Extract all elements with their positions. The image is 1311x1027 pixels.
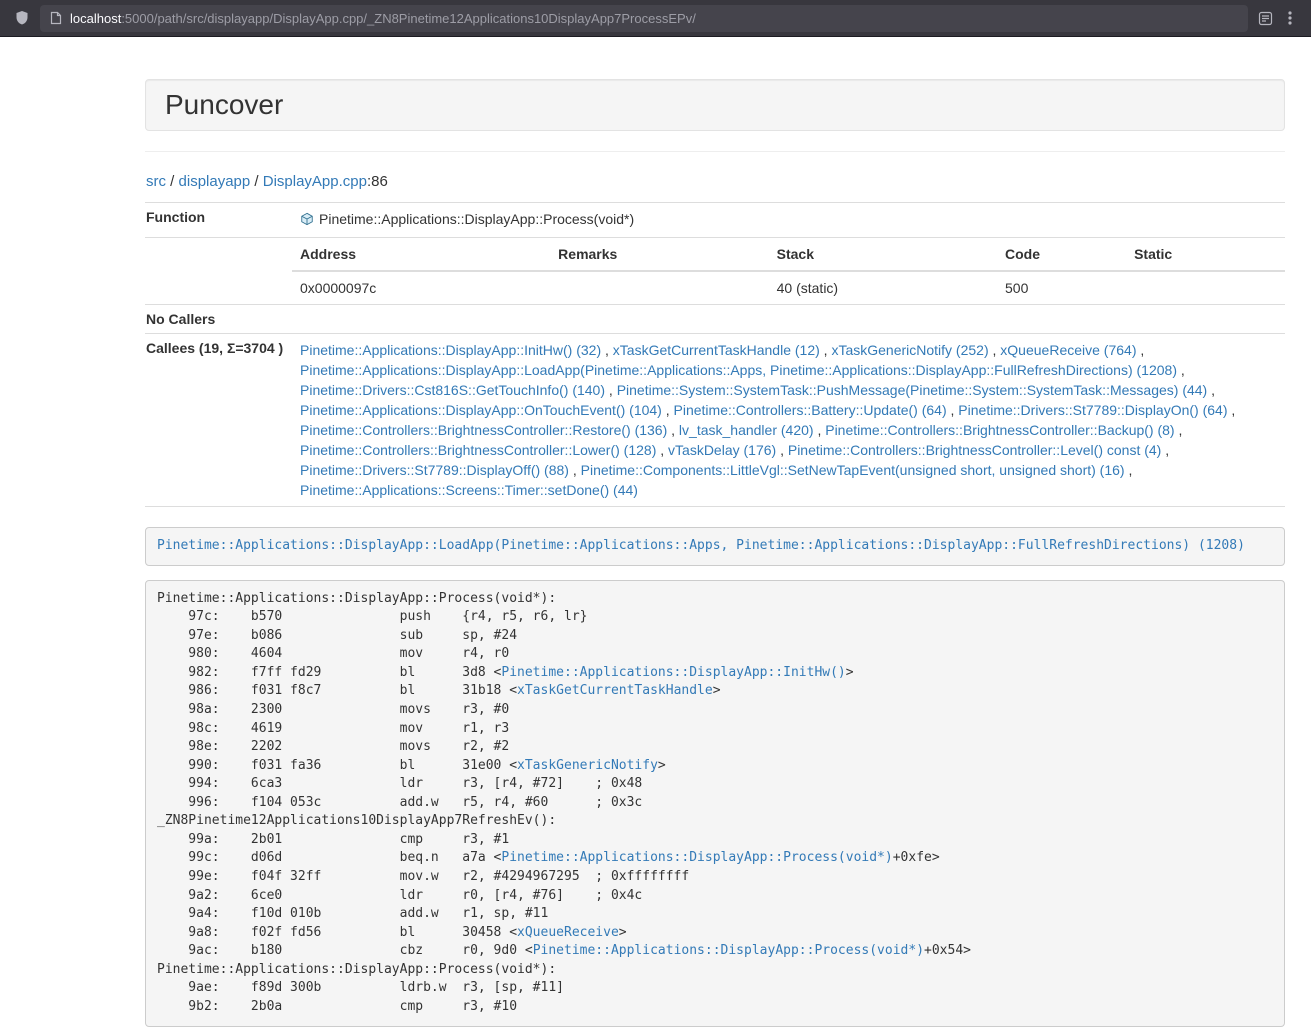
callee-link[interactable]: Pinetime::Applications::DisplayApp::Init… — [300, 342, 601, 358]
no-callers-cell — [292, 305, 1285, 334]
callee-link[interactable]: Pinetime::System::SystemTask::PushMessag… — [617, 382, 1208, 398]
metrics-table: Address Remarks Stack Code Static 0x0000… — [292, 238, 1285, 304]
function-name: Pinetime::Applications::DisplayApp::Proc… — [319, 211, 634, 227]
callee-link[interactable]: Pinetime::Controllers::BrightnessControl… — [788, 442, 1161, 458]
callee-separator: , — [1136, 342, 1144, 358]
breadcrumb-separator: / — [166, 173, 179, 190]
no-callers-row: No Callers — [145, 305, 1285, 334]
metrics-row: Address Remarks Stack Code Static 0x0000… — [145, 238, 1285, 305]
breadcrumb-link-src[interactable]: src — [146, 173, 166, 190]
callees-row: Callees (19, Σ=3704 ) Pinetime::Applicat… — [145, 334, 1285, 507]
menu-icon[interactable] — [1283, 9, 1297, 27]
callee-link[interactable]: Pinetime::Applications::DisplayApp::Load… — [300, 362, 1177, 378]
reader-view-icon[interactable] — [1258, 11, 1273, 26]
callee-separator: , — [1161, 442, 1169, 458]
callee-link[interactable]: Pinetime::Drivers::St7789::DisplayOn() (… — [958, 402, 1227, 418]
metrics-header-row: Address Remarks Stack Code Static — [292, 238, 1285, 271]
browser-toolbar: localhost:5000/path/src/displayapp/Displ… — [0, 0, 1311, 37]
callee-link[interactable]: Pinetime::Drivers::Cst816S::GetTouchInfo… — [300, 382, 605, 398]
callee-separator: , — [814, 422, 826, 438]
function-label: Function — [145, 203, 292, 238]
callee-separator: , — [667, 422, 679, 438]
col-remarks: Remarks — [550, 238, 768, 271]
breadcrumb: src / displayapp / DisplayApp.cpp:86 — [146, 172, 1285, 192]
code-symbol-link[interactable]: Pinetime::Applications::DisplayApp::Init… — [501, 665, 845, 680]
page-title: Puncover — [165, 90, 1265, 120]
url-text: localhost:5000/path/src/displayapp/Displ… — [70, 11, 696, 26]
code-header: Pinetime::Applications::DisplayApp::Load… — [145, 527, 1285, 566]
function-row: Function Pinetime::Applications::Display… — [145, 203, 1285, 238]
callee-separator: , — [1125, 462, 1133, 478]
breadcrumb-separator: / — [250, 173, 263, 190]
callee-link[interactable]: Pinetime::Applications::Screens::Timer::… — [300, 482, 638, 498]
page-content: Puncover src / displayapp / DisplayApp.c… — [145, 79, 1285, 1027]
cell-stack: 40 (static) — [769, 271, 997, 304]
callees-label: Callees (19, Σ=3704 ) — [145, 334, 292, 507]
callee-separator: , — [601, 342, 613, 358]
callee-link[interactable]: Pinetime::Controllers::BrightnessControl… — [300, 442, 656, 458]
callee-separator: , — [989, 342, 1001, 358]
col-code: Code — [997, 238, 1126, 271]
col-stack: Stack — [769, 238, 997, 271]
callee-link[interactable]: Pinetime::Drivers::St7789::DisplayOff() … — [300, 462, 569, 478]
callee-link[interactable]: xTaskGetCurrentTaskHandle (12) — [613, 342, 820, 358]
callee-link[interactable]: xQueueReceive (764) — [1000, 342, 1136, 358]
metrics-data-row: 0x0000097c 40 (static) 500 — [292, 271, 1285, 304]
cell-static — [1126, 271, 1285, 304]
code-symbol-link[interactable]: xTaskGetCurrentTaskHandle — [517, 683, 713, 698]
no-callers-label: No Callers — [145, 305, 292, 334]
callee-separator: , — [1207, 382, 1215, 398]
cell-address: 0x0000097c — [292, 271, 550, 304]
callee-separator: , — [662, 402, 674, 418]
callee-separator: , — [569, 462, 581, 478]
cell-remarks — [550, 271, 768, 304]
breadcrumb-link-file[interactable]: DisplayApp.cpp — [263, 173, 367, 190]
callee-link[interactable]: lv_task_handler (420) — [679, 422, 814, 438]
disassembly: Pinetime::Applications::DisplayApp::Proc… — [145, 580, 1285, 1027]
callee-separator: , — [820, 342, 832, 358]
callee-link[interactable]: Pinetime::Controllers::BrightnessControl… — [825, 422, 1174, 438]
url-host: localhost — [70, 11, 121, 26]
callee-link[interactable]: Pinetime::Controllers::Battery::Update()… — [674, 402, 947, 418]
function-name-cell: Pinetime::Applications::DisplayApp::Proc… — [292, 203, 1285, 238]
metrics-cell: Address Remarks Stack Code Static 0x0000… — [292, 238, 1285, 305]
callee-link[interactable]: Pinetime::Components::LittleVgl::SetNewT… — [581, 462, 1125, 478]
divider — [145, 151, 1285, 152]
url-path: :5000/path/src/displayapp/DisplayApp.cpp… — [121, 11, 696, 26]
cell-code: 500 — [997, 271, 1126, 304]
code-symbol-link[interactable]: xQueueReceive — [517, 925, 619, 940]
callee-separator: , — [605, 382, 617, 398]
url-bar[interactable]: localhost:5000/path/src/displayapp/Displ… — [40, 5, 1248, 32]
callee-link[interactable]: xTaskGenericNotify (252) — [831, 342, 988, 358]
disassembly-code: Pinetime::Applications::DisplayApp::Proc… — [157, 591, 971, 1014]
callee-separator: , — [947, 402, 959, 418]
callee-separator: , — [1228, 402, 1236, 418]
callee-separator: , — [1175, 422, 1183, 438]
callee-link[interactable]: Pinetime::Controllers::BrightnessControl… — [300, 422, 667, 438]
callee-separator: , — [1177, 362, 1185, 378]
col-address: Address — [292, 238, 550, 271]
function-icon — [300, 211, 314, 231]
callee-link[interactable]: vTaskDelay (176) — [668, 442, 776, 458]
code-header-link[interactable]: Pinetime::Applications::DisplayApp::Load… — [157, 538, 1245, 553]
callees-list: Pinetime::Applications::DisplayApp::Init… — [300, 342, 1235, 498]
symbol-table: Function Pinetime::Applications::Display… — [145, 202, 1285, 507]
callee-link[interactable]: Pinetime::Applications::DisplayApp::OnTo… — [300, 402, 662, 418]
callees-cell: Pinetime::Applications::DisplayApp::Init… — [292, 334, 1285, 507]
shield-icon[interactable] — [14, 10, 30, 26]
callee-separator: , — [656, 442, 668, 458]
col-static: Static — [1126, 238, 1285, 271]
metrics-label-spacer — [145, 238, 292, 305]
callee-separator: , — [776, 442, 788, 458]
app-header: Puncover — [145, 79, 1285, 131]
code-symbol-link[interactable]: xTaskGenericNotify — [517, 758, 658, 773]
code-symbol-link[interactable]: Pinetime::Applications::DisplayApp::Proc… — [501, 850, 892, 865]
code-symbol-link[interactable]: Pinetime::Applications::DisplayApp::Proc… — [533, 943, 924, 958]
line-number: :86 — [367, 173, 388, 190]
page-icon — [50, 11, 62, 25]
breadcrumb-link-displayapp[interactable]: displayapp — [179, 173, 251, 190]
